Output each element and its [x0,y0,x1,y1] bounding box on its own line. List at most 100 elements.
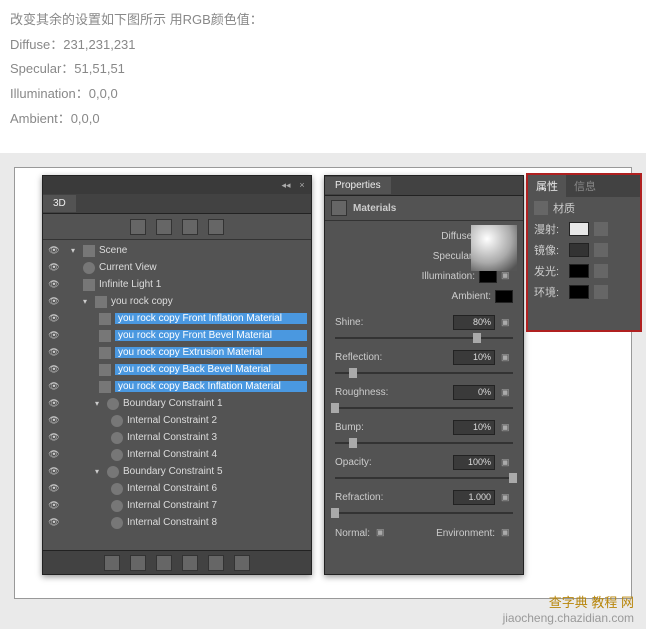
folder-icon[interactable]: ▣ [501,317,513,329]
boundary-row[interactable]: 👁 ▾ Boundary Constraint 5 [43,463,311,480]
camera-icon[interactable] [182,555,198,571]
folder-icon[interactable]: ▣ [501,422,513,434]
eye-icon[interactable]: 👁 [47,346,61,360]
slider-knob[interactable] [349,438,357,448]
cp-swatch[interactable] [569,285,589,299]
eye-icon[interactable]: 👁 [47,465,61,479]
material-preview[interactable] [471,225,517,271]
slider-knob[interactable] [509,473,517,483]
cp-swatch[interactable] [569,264,589,278]
eye-icon[interactable]: 👁 [47,397,61,411]
material-row[interactable]: 👁you rock copy Back Bevel Material [43,361,311,378]
filter-light-icon[interactable] [182,219,198,235]
constraint-icon [107,398,119,410]
slider-knob[interactable] [349,368,357,378]
folder-icon[interactable]: ▣ [501,527,513,539]
tab-info[interactable]: 信息 [566,175,604,197]
cp-swatch[interactable] [569,243,589,257]
folder-icon[interactable] [594,243,608,257]
eye-icon[interactable]: 👁 [47,499,61,513]
material-row[interactable]: 👁you rock copy Front Inflation Material [43,310,311,327]
constraint-row[interactable]: 👁Internal Constraint 4 [43,446,311,463]
boundary-label: Boundary Constraint 5 [123,466,307,477]
eye-icon[interactable]: 👁 [47,380,61,394]
slider-label: Bump: [335,422,447,433]
boundary-row[interactable]: 👁▾Boundary Constraint 1 [43,395,311,412]
chevron-down-icon[interactable]: ▾ [83,297,91,306]
slider-knob[interactable] [473,333,481,343]
material-label: you rock copy Back Inflation Material [115,381,307,392]
add-icon[interactable] [156,555,172,571]
constraint-row[interactable]: 👁Internal Constraint 6 [43,480,311,497]
filter-camera-icon[interactable] [208,219,224,235]
tab-attributes[interactable]: 属性 [528,175,566,197]
eye-icon[interactable]: 👁 [47,431,61,445]
light-toggle-icon[interactable] [130,555,146,571]
slider-track[interactable] [335,507,513,519]
material-row[interactable]: 👁you rock copy Front Bevel Material [43,327,311,344]
slider-value[interactable]: 10% [453,420,495,435]
folder-icon[interactable]: ▣ [501,352,513,364]
folder-icon[interactable] [594,285,608,299]
folder-icon[interactable]: ▣ [501,270,513,282]
slider-value[interactable]: 80% [453,315,495,330]
slider-value[interactable]: 10% [453,350,495,365]
eye-icon[interactable]: 👁 [47,244,61,258]
folder-icon[interactable]: ▣ [501,387,513,399]
instr-line: Specular：51,51,51 [10,57,636,82]
folder-icon[interactable] [594,222,608,236]
chevron-down-icon[interactable]: ▾ [95,399,103,408]
new-icon[interactable] [208,555,224,571]
slider-value[interactable]: 100% [453,455,495,470]
tab-properties[interactable]: Properties [325,177,391,194]
eye-icon[interactable]: 👁 [47,414,61,428]
slider-track[interactable] [335,437,513,449]
tab-3d[interactable]: 3D [43,195,76,212]
folder-icon[interactable] [594,264,608,278]
eye-icon[interactable]: 👁 [47,312,61,326]
slider-track[interactable] [335,472,513,484]
close-icon[interactable]: × [297,180,307,190]
panel-header[interactable]: ◂◂ × [43,176,311,194]
eye-icon[interactable]: 👁 [47,261,61,275]
eye-icon[interactable]: 👁 [47,278,61,292]
eye-icon[interactable]: 👁 [47,482,61,496]
material-row[interactable]: 👁 you rock copy Back Inflation Material [43,378,311,395]
material-row[interactable]: 👁you rock copy Extrusion Material [43,344,311,361]
collapse-icon[interactable]: ◂◂ [281,180,291,190]
render-icon[interactable] [104,555,120,571]
slider-track[interactable] [335,332,513,344]
chevron-down-icon[interactable]: ▾ [71,246,79,255]
slider-knob[interactable] [331,508,339,518]
view-row[interactable]: 👁Current View [43,259,311,276]
folder-icon[interactable]: ▣ [501,457,513,469]
illum-swatch[interactable] [479,270,497,283]
props-body: Diffuse:▣ Specular:▣ Illumination:▣ Ambi… [325,221,523,545]
eye-icon[interactable]: 👁 [47,448,61,462]
constraint-row[interactable]: 👁Internal Constraint 3 [43,429,311,446]
light-row[interactable]: 👁 Infinite Light 1 [43,276,311,293]
cp-swatch[interactable] [569,222,589,236]
chevron-down-icon[interactable]: ▾ [95,467,103,476]
slider-knob[interactable] [331,403,339,413]
slider-track[interactable] [335,402,513,414]
filter-material-icon[interactable] [156,219,172,235]
light-label: Infinite Light 1 [99,279,307,290]
mesh-row[interactable]: 👁▾you rock copy [43,293,311,310]
constraint-row[interactable]: 👁Internal Constraint 8 [43,514,311,531]
slider-value[interactable]: 0% [453,385,495,400]
scene-row[interactable]: 👁▾Scene [43,242,311,259]
eye-icon[interactable]: 👁 [47,363,61,377]
folder-icon[interactable]: ▣ [376,527,388,539]
constraint-row[interactable]: 👁Internal Constraint 2 [43,412,311,429]
filter-mesh-icon[interactable] [130,219,146,235]
folder-icon[interactable]: ▣ [501,492,513,504]
ambient-swatch[interactable] [495,290,513,303]
eye-icon[interactable]: 👁 [47,295,61,309]
delete-icon[interactable] [234,555,250,571]
constraint-row[interactable]: 👁Internal Constraint 7 [43,497,311,514]
eye-icon[interactable]: 👁 [47,329,61,343]
eye-icon[interactable]: 👁 [47,516,61,530]
slider-track[interactable] [335,367,513,379]
slider-value[interactable]: 1.000 [453,490,495,505]
